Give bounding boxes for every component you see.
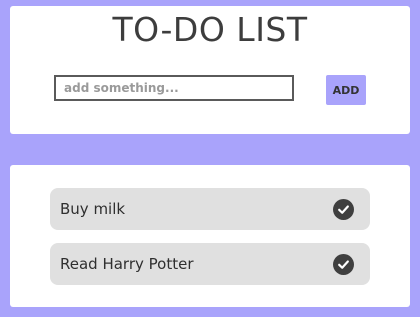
todo-item: Read Harry Potter — [50, 243, 370, 285]
check-circle-icon[interactable] — [333, 198, 354, 220]
todo-input[interactable] — [54, 75, 294, 101]
todo-item-label: Read Harry Potter — [60, 255, 194, 273]
page-title: TO-DO LIST — [112, 10, 308, 49]
todo-item-label: Buy milk — [60, 200, 126, 218]
check-circle-icon[interactable] — [333, 253, 354, 275]
todo-list-card: Buy milk Read Harry Potter — [10, 165, 410, 307]
input-card: TO-DO LIST ADD — [10, 6, 410, 134]
todo-item: Buy milk — [50, 188, 370, 230]
add-button[interactable]: ADD — [326, 75, 366, 105]
